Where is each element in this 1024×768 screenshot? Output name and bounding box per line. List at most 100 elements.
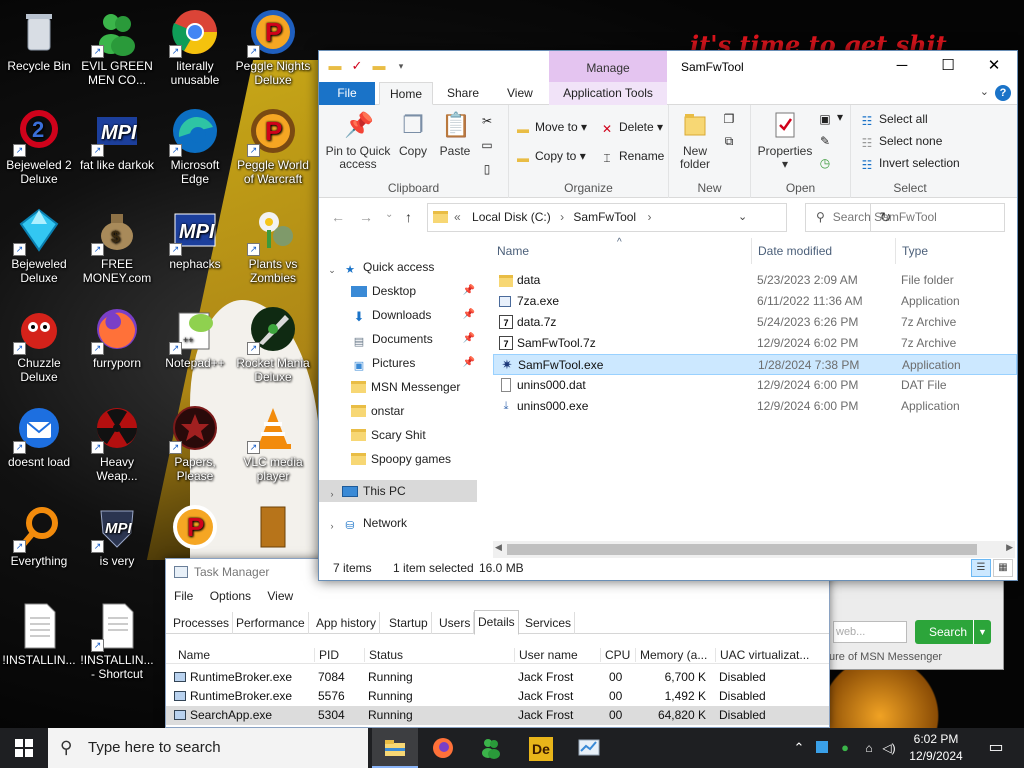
- chevron-down-icon[interactable]: ▼: [973, 620, 991, 644]
- help-icon[interactable]: ?: [995, 85, 1011, 101]
- copy-button[interactable]: ❐ Copy: [395, 111, 431, 158]
- msn-people-icon[interactable]: [468, 728, 514, 768]
- tray-network-icon[interactable]: ⌂: [860, 728, 878, 768]
- col-type[interactable]: Type: [895, 238, 928, 264]
- desktop-icon-everything[interactable]: ↗ Everything: [0, 503, 78, 568]
- table-row[interactable]: SearchApp.exe 5304 Running Jack Frost 00…: [166, 706, 829, 725]
- invert-selection-button[interactable]: ☷ Invert selection: [859, 155, 960, 172]
- nav-pictures[interactable]: ▣ Pictures 📌: [319, 352, 477, 374]
- desktop-icon-free-money[interactable]: $ ↗ FREE MONEY.com: [78, 206, 156, 285]
- file-row[interactable]: unins000.dat 12/9/2024 6:00 PM DAT File: [493, 375, 1017, 396]
- desktop-icon-evil-green-men[interactable]: ↗ EVIL GREEN MEN CO...: [78, 8, 156, 87]
- start-button[interactable]: [0, 728, 48, 768]
- tm-col-pid[interactable]: PID: [314, 648, 339, 662]
- desktop-icon-chuzzle[interactable]: ↗ Chuzzle Deluxe: [0, 305, 78, 384]
- forward-arrow-icon[interactable]: →: [359, 209, 373, 225]
- select-none-button[interactable]: ☷ Select none: [859, 133, 943, 150]
- tab-application-tools[interactable]: Application Tools: [549, 82, 667, 105]
- new-folder-icon[interactable]: ▬: [371, 58, 387, 74]
- scrollbar-thumb[interactable]: [507, 544, 977, 555]
- tm-tab-services[interactable]: Services: [522, 612, 576, 634]
- tm-tab-details[interactable]: Details: [474, 610, 519, 635]
- address-bar[interactable]: « Local Disk (C:) › SamFwTool › ⌄ ↻: [427, 203, 891, 232]
- up-arrow-icon[interactable]: ↑: [405, 209, 412, 225]
- new-folder-button[interactable]: New folder: [673, 111, 717, 171]
- desktop-icon-peggle-extra[interactable]: P: [156, 503, 234, 554]
- nav-this-pc[interactable]: › This PC: [319, 480, 477, 502]
- open-button[interactable]: ▣ ▾: [817, 109, 843, 126]
- tm-col-status[interactable]: Status: [364, 648, 403, 662]
- msn-search-input[interactable]: web...: [833, 621, 907, 643]
- tab-view[interactable]: View: [497, 82, 543, 105]
- tm-col-memory[interactable]: Memory (a...: [635, 648, 707, 662]
- desktop-icon-thunderbird[interactable]: ↗ doesnt load: [0, 404, 78, 469]
- breadcrumb-samfwtool[interactable]: SamFwTool: [573, 210, 636, 224]
- file-row-selected[interactable]: ✷ SamFwTool.exe 1/28/2024 7:38 PM Applic…: [493, 354, 1017, 375]
- desktop-icon-installing-shortcut[interactable]: ↗ !INSTALLIN... - Shortcut: [78, 602, 156, 681]
- tm-tab-performance[interactable]: Performance: [233, 612, 309, 634]
- nav-network[interactable]: › ⛁ Network: [319, 512, 477, 534]
- nav-downloads[interactable]: ⬇ Downloads 📌: [319, 304, 477, 326]
- tm-tab-users[interactable]: Users: [436, 612, 475, 634]
- move-to-button[interactable]: ▬ Move to ▾: [515, 119, 587, 136]
- folder-icon[interactable]: ▬: [327, 58, 343, 74]
- tm-col-cpu[interactable]: CPU: [600, 648, 630, 662]
- scroll-right-icon[interactable]: ▶: [1006, 542, 1013, 553]
- scroll-left-icon[interactable]: ◀: [495, 542, 502, 553]
- nav-quick-access[interactable]: ⌄ ★ Quick access: [319, 256, 477, 278]
- tm-col-uac[interactable]: UAC virtualizat...: [715, 648, 809, 662]
- copy-to-button[interactable]: ▬ Copy to ▾: [515, 148, 586, 165]
- tab-home[interactable]: Home: [379, 82, 434, 105]
- tm-menu-file[interactable]: File: [174, 589, 193, 603]
- desktop-icon-peggle-wow[interactable]: P ↗ Peggle World of Warcraft: [234, 107, 312, 186]
- desktop-icon-chrome[interactable]: ↗ literally unusable: [156, 8, 234, 87]
- large-icons-view-icon[interactable]: ▦: [993, 559, 1013, 577]
- select-all-button[interactable]: ☷ Select all: [859, 111, 928, 128]
- properties-button[interactable]: Properties ▾: [755, 111, 815, 171]
- deluxe-game-icon[interactable]: De: [518, 728, 564, 768]
- nav-desktop[interactable]: Desktop 📌: [319, 280, 477, 302]
- desktop-icon-nephacks[interactable]: MPI ↗ nephacks: [156, 206, 234, 271]
- manage-context-tab[interactable]: Manage: [549, 51, 667, 82]
- desktop-icon-peggle-nights[interactable]: P ↗ Peggle Nights Deluxe: [234, 8, 312, 87]
- paste-button[interactable]: 📋 Paste: [437, 111, 473, 158]
- desktop-icon-edge[interactable]: ↗ Microsoft Edge: [156, 107, 234, 186]
- table-row[interactable]: RuntimeBroker.exe 5576 Running Jack Fros…: [166, 687, 829, 706]
- tray-app-icon[interactable]: [814, 728, 830, 768]
- edit-button[interactable]: ✎: [817, 131, 837, 148]
- back-arrow-icon[interactable]: ←: [331, 209, 345, 225]
- history-button[interactable]: ◷: [817, 153, 837, 170]
- table-row[interactable]: RuntimeBroker.exe 7084 Running Jack Fros…: [166, 668, 829, 687]
- nav-onstar[interactable]: onstar: [319, 400, 477, 422]
- recent-locations-chevron-icon[interactable]: ⌄: [385, 209, 393, 220]
- tm-menu-view[interactable]: View: [267, 589, 293, 603]
- tab-share[interactable]: Share: [437, 82, 489, 105]
- desktop-icon-recycle-bin[interactable]: Recycle Bin: [0, 8, 78, 73]
- pin-to-quick-access-button[interactable]: 📌 Pin to Quick access: [325, 111, 391, 171]
- taskbar-search-input[interactable]: ⚲ Type here to search: [48, 728, 368, 768]
- taskbar-clock[interactable]: 6:02 PM 12/9/2024: [906, 731, 966, 765]
- desktop-icon-pvz[interactable]: ↗ Plants vs Zombies: [234, 206, 312, 285]
- address-dropdown-icon[interactable]: ⌄: [738, 204, 747, 231]
- paste-shortcut-button[interactable]: ▯: [479, 159, 499, 176]
- tm-menu-options[interactable]: Options: [210, 589, 251, 603]
- tab-file[interactable]: File: [319, 82, 375, 105]
- file-row[interactable]: ⤓ unins000.exe 12/9/2024 6:00 PM Applica…: [493, 396, 1017, 417]
- file-row[interactable]: 7za.exe 6/11/2022 11:36 AM Application: [493, 291, 1017, 312]
- file-row[interactable]: 7 SamFwTool.7z 12/9/2024 6:02 PM 7z Arch…: [493, 333, 1017, 354]
- tm-tab-app-history[interactable]: App history: [313, 612, 381, 634]
- chevron-down-icon[interactable]: ▾: [393, 58, 409, 74]
- desktop-icon-bejeweled-2[interactable]: 2 ↗ Bejeweled 2 Deluxe: [0, 107, 78, 186]
- search-box[interactable]: ⚲ Search SamFwTool: [805, 203, 1005, 232]
- desktop-icon-is-very[interactable]: MPI ↗ is very: [78, 503, 156, 568]
- col-date-modified[interactable]: Date modified: [751, 238, 832, 264]
- easy-access-button[interactable]: ⧉: [721, 131, 741, 148]
- delete-button[interactable]: ✕ Delete ▾: [599, 119, 663, 136]
- properties-check-icon[interactable]: ✓: [349, 58, 365, 74]
- cut-button[interactable]: ✂: [479, 111, 499, 128]
- tm-tab-processes[interactable]: Processes: [170, 612, 234, 634]
- maximize-button[interactable]: ☐: [925, 51, 971, 81]
- firefox-icon[interactable]: [420, 728, 466, 768]
- notification-center-icon[interactable]: ▭: [976, 728, 1016, 768]
- tm-tab-startup[interactable]: Startup: [386, 612, 432, 634]
